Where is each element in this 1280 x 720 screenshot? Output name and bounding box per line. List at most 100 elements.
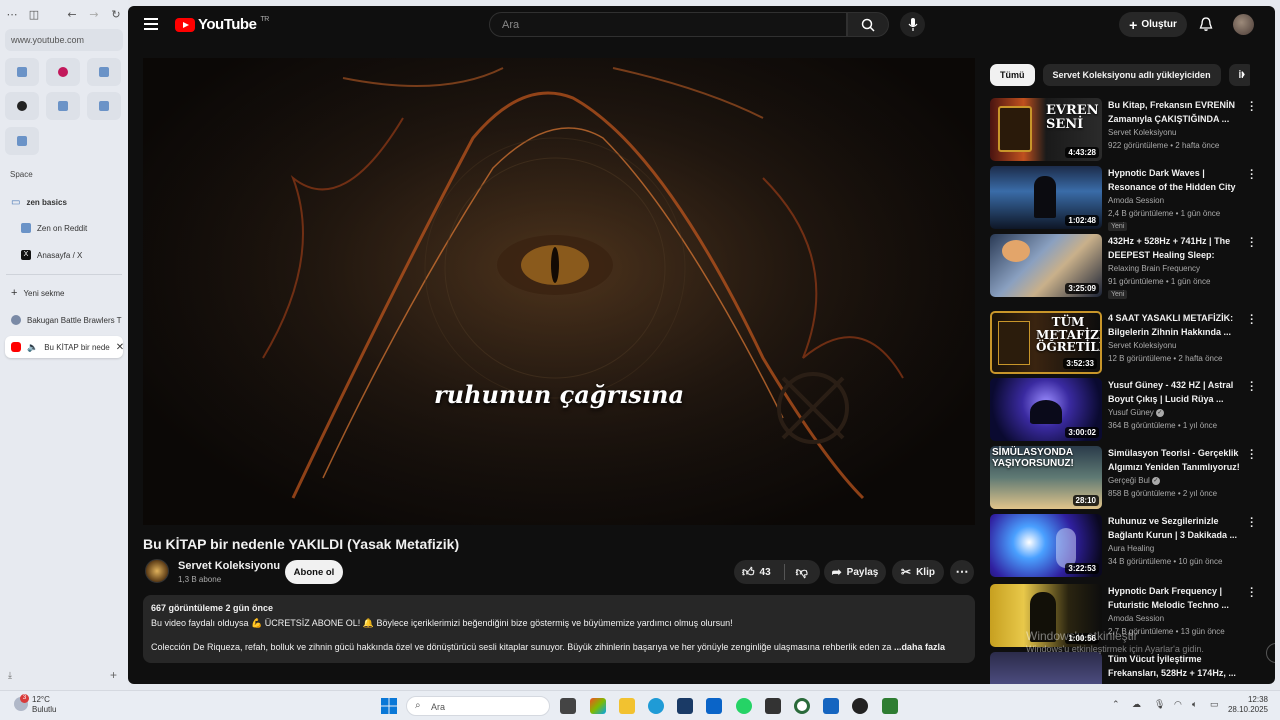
book-graphic <box>998 106 1032 152</box>
create-button[interactable]: + Oluştur <box>1119 12 1187 37</box>
menu-icon[interactable] <box>144 18 158 30</box>
outlook-icon[interactable] <box>706 698 722 714</box>
close-icon[interactable]: ✕ <box>116 342 123 353</box>
chevron-up-icon[interactable]: ⌃ <box>1112 699 1120 710</box>
more-vert-icon[interactable]: ··· <box>1248 166 1256 185</box>
video-player[interactable]: ruhunun çağrısına <box>143 58 975 525</box>
youtube-play-icon <box>175 17 195 32</box>
task-view-icon[interactable] <box>560 698 576 714</box>
show-more-link[interactable]: ...daha fazla <box>894 642 945 652</box>
recommendation-item[interactable]: SİMÜLASYONDA YAŞIYORSUNUZ! 28:10 Simülas… <box>990 446 1254 510</box>
pinned-tab[interactable] <box>46 58 80 86</box>
video-thumbnail[interactable] <box>990 652 1102 684</box>
mic-tray-icon[interactable]: 🎙︎ <box>1154 699 1165 710</box>
zen-browser-icon[interactable] <box>852 698 868 714</box>
edge-icon[interactable] <box>648 698 664 714</box>
url-bar[interactable]: www.youtube.com <box>5 29 123 51</box>
subscribe-button[interactable]: Abone ol <box>285 560 343 584</box>
more-vert-icon[interactable]: ··· <box>1248 584 1256 603</box>
windows-start-icon[interactable] <box>381 698 397 714</box>
pinned-tab[interactable] <box>5 58 39 86</box>
dislike-button[interactable]: 👎︎ <box>796 565 808 580</box>
tab-youtube-active[interactable]: 🔈 Bu KİTAP bir nede ✕ <box>5 336 123 358</box>
more-vert-icon[interactable]: ··· <box>1248 98 1256 117</box>
video-thumbnail[interactable]: SİMÜLASYONDA YAŞIYORSUNUZ! 28:10 <box>990 446 1102 509</box>
wifi-icon[interactable]: ◠ <box>1174 699 1182 710</box>
folder-zen-basics[interactable]: ▭ zen basics <box>5 191 123 213</box>
recommendation-item[interactable]: 3:25:09 432Hz + 528Hz + 741Hz | The DEEP… <box>990 234 1254 299</box>
channel-avatar[interactable] <box>145 559 169 583</box>
add-icon[interactable]: + <box>110 668 117 682</box>
store-icon[interactable] <box>677 698 693 714</box>
security-icon[interactable] <box>823 698 839 714</box>
pinned-tab[interactable] <box>5 92 39 120</box>
chip-from-uploader[interactable]: Servet Koleksiyonu adlı yükleyiciden <box>1042 64 1221 86</box>
clip-button[interactable]: ✂ Klip <box>892 560 944 584</box>
voice-search-button[interactable] <box>900 12 925 37</box>
copilot-icon[interactable] <box>590 698 606 714</box>
taskbar-search[interactable]: ⌕ Ara <box>406 696 550 716</box>
tab-zen-on-reddit[interactable]: Zen on Reddit <box>5 217 123 239</box>
video-thumbnail[interactable]: TÜM METAFİZİK ÖĞRETİLER 3:52:33 <box>990 311 1102 374</box>
recommendation-item[interactable]: TÜM METAFİZİK ÖĞRETİLER 3:52:33 4 SAAT Y… <box>990 311 1254 375</box>
video-thumbnail[interactable]: EVREN SENİ 4:43:28 <box>990 98 1102 161</box>
video-thumbnail[interactable]: 3:00:02 <box>990 378 1102 441</box>
clock[interactable]: 12:38 28.10.2025 <box>1228 695 1268 715</box>
speaker-icon[interactable]: 🔈 <box>27 342 38 353</box>
app-icon[interactable] <box>882 698 898 714</box>
reload-icon[interactable]: ↻ <box>110 8 122 21</box>
more-vert-icon[interactable]: ··· <box>1248 234 1256 253</box>
app-icon[interactable] <box>765 698 781 714</box>
weather-widget[interactable]: 3 12°C Bulutlu <box>12 694 57 715</box>
video-thumbnail[interactable]: 3:25:09 <box>990 234 1102 297</box>
recommendation-item[interactable]: Tüm Vücut İyileştirme Frekansları, 528Hz… <box>990 652 1250 684</box>
tab-bakugan[interactable]: Bakugan Battle Brawlers T <box>5 309 123 331</box>
more-vert-icon[interactable]: ··· <box>1248 655 1250 667</box>
account-avatar[interactable] <box>1233 14 1254 35</box>
recommendation-item[interactable]: 3:22:53 Ruhunuz ve Sezgilerinizle Bağlan… <box>990 514 1254 578</box>
cloud-tray-icon[interactable]: ☁ <box>1132 699 1141 710</box>
pinned-tab[interactable] <box>46 92 80 120</box>
more-vert-icon[interactable]: ··· <box>1248 446 1256 465</box>
recommendation-item[interactable]: 3:00:02 Yusuf Güney - 432 HZ | Astral Bo… <box>990 378 1254 442</box>
github-icon <box>17 101 27 111</box>
rec-channel: Relaxing Brain Frequency <box>1108 264 1201 273</box>
recommendation-item[interactable]: EVREN SENİ 4:43:28 Bu Kitap, Frekansın E… <box>990 98 1254 162</box>
forward-icon[interactable]: → <box>88 8 100 21</box>
tab-x-home[interactable]: X Anasayfa / X <box>5 244 123 266</box>
search-button[interactable] <box>847 12 889 37</box>
duration-badge: 3:22:53 <box>1065 563 1099 574</box>
youtube-logo[interactable]: YouTube TR <box>175 16 269 33</box>
side-panel-toggle[interactable] <box>1266 643 1275 663</box>
pinned-tab[interactable] <box>87 92 121 120</box>
search-input[interactable]: Ara <box>489 12 847 37</box>
more-actions-button[interactable]: ⋯ <box>950 560 974 584</box>
chevron-right-icon[interactable]: › <box>1233 66 1253 84</box>
file-explorer-icon[interactable] <box>619 698 635 714</box>
video-title: Bu KİTAP bir nedenle YAKILDI (Yasak Meta… <box>143 536 460 552</box>
recommendation-item[interactable]: 1:02:48 Hypnotic Dark Waves | Resonance … <box>990 166 1254 231</box>
pinned-tab[interactable] <box>5 127 39 155</box>
more-icon[interactable]: ⋯ <box>6 8 18 21</box>
chip-all[interactable]: Tümü <box>990 64 1035 86</box>
like-button[interactable]: 👍︎ 43 <box>742 565 771 580</box>
new-tab-button[interactable]: + Yeni sekme <box>5 282 123 304</box>
more-vert-icon[interactable]: ··· <box>1248 514 1256 533</box>
more-vert-icon[interactable]: ··· <box>1248 311 1256 330</box>
weather-desc: Bulutlu <box>32 705 57 714</box>
download-icon[interactable]: ⤓ <box>8 670 12 681</box>
battery-icon[interactable]: ▭ <box>1210 699 1219 710</box>
notifications-button[interactable] <box>1196 14 1216 34</box>
video-thumbnail[interactable]: 1:02:48 <box>990 166 1102 229</box>
back-icon[interactable]: ← <box>66 8 78 21</box>
video-thumbnail[interactable]: 3:22:53 <box>990 514 1102 577</box>
app-icon[interactable] <box>794 698 810 714</box>
channel-name[interactable]: Servet Koleksiyonu <box>178 560 280 572</box>
volume-icon[interactable]: 🔈︎ <box>1192 699 1197 710</box>
pinned-tab[interactable] <box>87 58 121 86</box>
more-vert-icon[interactable]: ··· <box>1248 378 1256 397</box>
whatsapp-icon[interactable] <box>736 698 752 714</box>
sidebar-toggle-icon[interactable]: ◫ <box>28 8 40 21</box>
share-button[interactable]: ➦ Paylaş <box>824 560 886 584</box>
description-box[interactable]: 667 görüntüleme 2 gün önce Bu video fayd… <box>143 595 975 663</box>
